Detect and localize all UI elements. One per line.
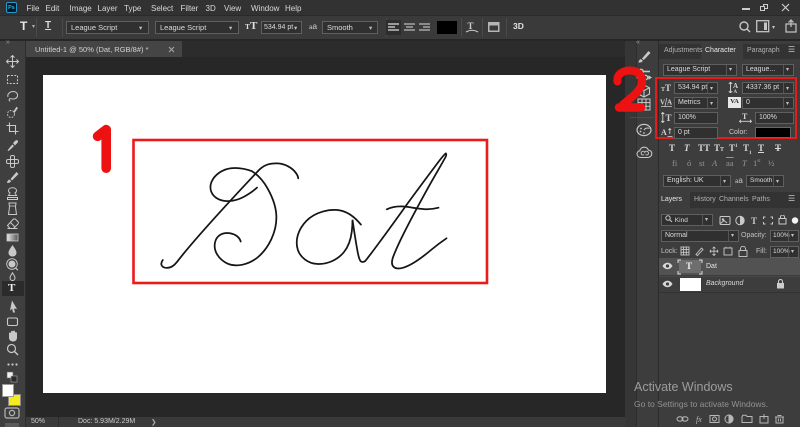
svg-text:A: A [667, 99, 672, 107]
svg-text:V: V [660, 99, 665, 107]
svg-text:T: T [742, 112, 748, 121]
svg-text:A: A [661, 128, 667, 137]
svg-text:A: A [734, 90, 738, 93]
svg-text:T: T [751, 216, 757, 226]
svg-text:T: T [666, 113, 672, 123]
svg-text:T: T [468, 21, 474, 31]
svg-text:A: A [733, 82, 738, 90]
svg-text:fx: fx [696, 415, 702, 424]
